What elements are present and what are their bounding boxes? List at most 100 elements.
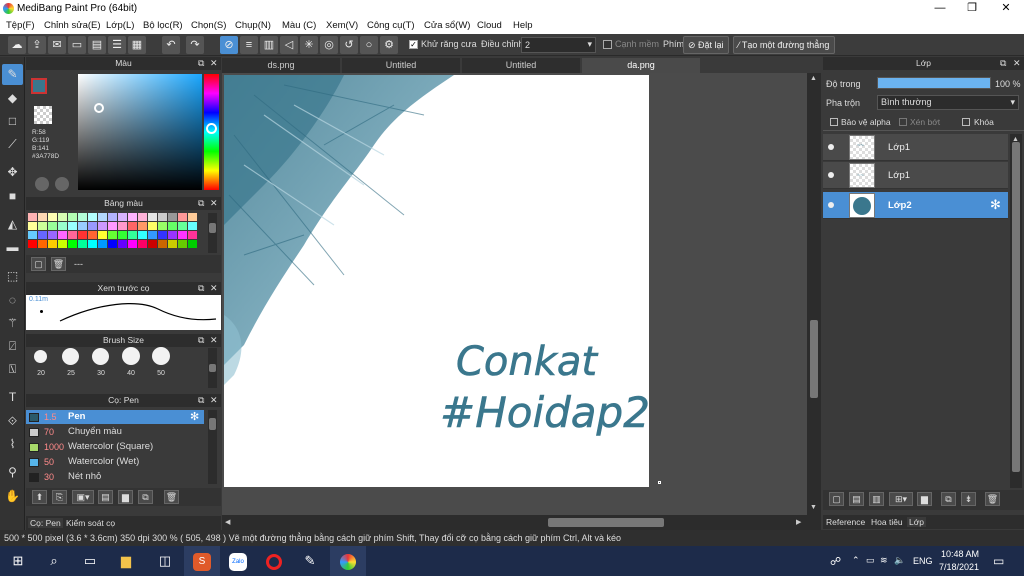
palette-swatch[interactable]	[48, 222, 57, 230]
document-icon[interactable]: ▤	[88, 36, 106, 54]
opacity-slider[interactable]	[877, 77, 991, 89]
menu-file[interactable]: Tệp(F)	[6, 20, 35, 31]
canvas-area[interactable]: Conkat #Hoidap247	[222, 73, 807, 515]
palette-swatch[interactable]	[98, 213, 107, 221]
windows-start-icon[interactable]: ⊞	[0, 546, 36, 576]
layer-row-selected[interactable]: Lớp2 ✻	[823, 192, 1008, 219]
select-eraser-icon[interactable]: ⍂	[2, 359, 23, 380]
new-palette-icon[interactable]: ▢	[31, 257, 46, 271]
palette-swatch[interactable]	[148, 213, 157, 221]
brush-item[interactable]: 50 Watercolor (Wet)	[26, 455, 204, 469]
folder-icon[interactable]: ▆	[917, 492, 932, 506]
paint-tool-icon[interactable]: ✎	[292, 546, 328, 576]
radial-snap-icon[interactable]: ✳	[300, 36, 318, 54]
grid-snap-icon[interactable]: ▥	[260, 36, 278, 54]
close-icon[interactable]: ✕	[1013, 57, 1021, 70]
palette-swatch[interactable]	[98, 222, 107, 230]
brush-size-30[interactable]	[92, 348, 109, 365]
eye-icon[interactable]	[828, 144, 834, 150]
palette-swatch[interactable]	[138, 231, 147, 239]
undock-icon[interactable]: ⧉	[198, 57, 204, 70]
palette-swatch[interactable]	[148, 222, 157, 230]
clock-date[interactable]: 7/18/2021	[939, 562, 979, 572]
volume-icon[interactable]: 🔈	[894, 555, 905, 566]
scroll-down-icon[interactable]: ▼	[810, 504, 817, 511]
brush-copy-icon[interactable]: ⎘	[52, 490, 67, 504]
brush-duplicate-icon[interactable]: ⧉	[138, 490, 153, 504]
merge-layer-icon[interactable]: ⇟	[961, 492, 976, 506]
palette-swatch[interactable]	[88, 222, 97, 230]
palette-swatch[interactable]	[138, 240, 147, 248]
tab-document[interactable]: Untitled	[462, 58, 580, 73]
artwork-canvas[interactable]: Conkat #Hoidap247	[224, 75, 649, 487]
tab-brush[interactable]: Cọ: Pen	[28, 518, 63, 528]
palette-swatch[interactable]	[138, 213, 147, 221]
undo-icon[interactable]: ↶	[162, 36, 180, 54]
palette-swatch[interactable]	[78, 213, 87, 221]
palette-swatch[interactable]	[58, 213, 67, 221]
task-view-icon[interactable]: ▭	[72, 546, 108, 576]
palette-swatch[interactable]	[178, 240, 187, 248]
search-icon[interactable]: ⌕	[36, 546, 72, 576]
palette-swatch[interactable]	[38, 213, 47, 221]
upload-icon[interactable]: ⇪	[28, 36, 46, 54]
trash-icon[interactable]: 🗑	[51, 257, 66, 271]
maximize-button[interactable]: ❐	[955, 1, 989, 16]
palette-swatch[interactable]	[28, 222, 37, 230]
new-8bit-layer-icon[interactable]: ▤	[849, 492, 864, 506]
undock-icon[interactable]: ⧉	[1000, 57, 1006, 70]
people-icon[interactable]: ☍	[830, 555, 841, 568]
brush-add-menu-icon[interactable]: ▣▾	[72, 490, 94, 504]
palette-scroll-thumb[interactable]	[209, 223, 216, 233]
new-1bit-layer-icon[interactable]: ▥	[869, 492, 884, 506]
text-tool-icon[interactable]: T	[2, 387, 23, 408]
brush-list-scrollbar[interactable]	[208, 410, 217, 484]
palette-swatch[interactable]	[38, 231, 47, 239]
snap-settings-icon[interactable]: ⚙	[380, 36, 398, 54]
close-button[interactable]: ✕	[989, 1, 1023, 16]
brush-tool-icon[interactable]: ✎	[2, 64, 23, 85]
skype-icon[interactable]: S	[184, 546, 220, 576]
tab-brush-control[interactable]: Kiểm soát cọ	[66, 518, 115, 528]
palette-swatch[interactable]	[108, 222, 117, 230]
language-indicator[interactable]: ENG	[913, 556, 933, 566]
hue-cursor[interactable]	[206, 123, 217, 134]
curve-snap-icon[interactable]: ↺	[340, 36, 358, 54]
layer-row[interactable]: ~~ Lớp1	[823, 162, 1008, 189]
cloud-icon[interactable]: ☁	[8, 36, 26, 54]
pipette-icon[interactable]: ⚲	[2, 462, 23, 483]
canvas-vertical-scrollbar[interactable]: ▲ ▼	[807, 73, 821, 515]
brush-list-scroll-thumb[interactable]	[209, 418, 216, 430]
eraser-tool-icon[interactable]: ◆	[2, 88, 23, 109]
palette-swatch[interactable]	[188, 240, 197, 248]
move-tool-icon[interactable]: ✥	[2, 162, 23, 183]
hand-tool-icon[interactable]: ✋	[2, 486, 23, 507]
menu-snap[interactable]: Chụp(N)	[235, 20, 271, 31]
clock-time[interactable]: 10:48 AM	[941, 549, 979, 559]
store-icon[interactable]: ◫	[147, 546, 183, 576]
menu-layer[interactable]: Lớp(L)	[106, 20, 134, 31]
zalo-icon[interactable]: Zalo	[220, 546, 256, 576]
bucket-tool-icon[interactable]: ◭	[2, 214, 23, 235]
palette-swatch[interactable]	[108, 213, 117, 221]
color-wheel-icon[interactable]	[35, 177, 49, 191]
close-icon[interactable]: ✕	[210, 282, 218, 295]
palette-swatch[interactable]	[128, 240, 137, 248]
menu-cloud[interactable]: Cloud	[477, 20, 502, 31]
canvas-vscroll-thumb[interactable]	[810, 320, 818, 398]
palette-swatch[interactable]	[178, 231, 187, 239]
trash-icon[interactable]: 🗑	[985, 492, 1000, 506]
palette-swatch[interactable]	[78, 231, 87, 239]
palette-swatch[interactable]	[108, 231, 117, 239]
palette-swatch[interactable]	[188, 213, 197, 221]
palette-scrollbar[interactable]	[208, 213, 217, 253]
palette-swatch[interactable]	[28, 213, 37, 221]
comment-icon[interactable]: ▭	[68, 36, 86, 54]
sv-cursor[interactable]	[94, 103, 104, 113]
palette-swatch[interactable]	[78, 222, 87, 230]
layer-list-scrollbar[interactable]: ▲	[1010, 134, 1022, 488]
palette-swatch[interactable]	[158, 240, 167, 248]
menu-tools[interactable]: Công cụ(T)	[367, 20, 415, 31]
divide-tool-icon[interactable]: ⟐	[2, 411, 23, 432]
menu-edit[interactable]: Chỉnh sửa(E)	[44, 20, 101, 31]
